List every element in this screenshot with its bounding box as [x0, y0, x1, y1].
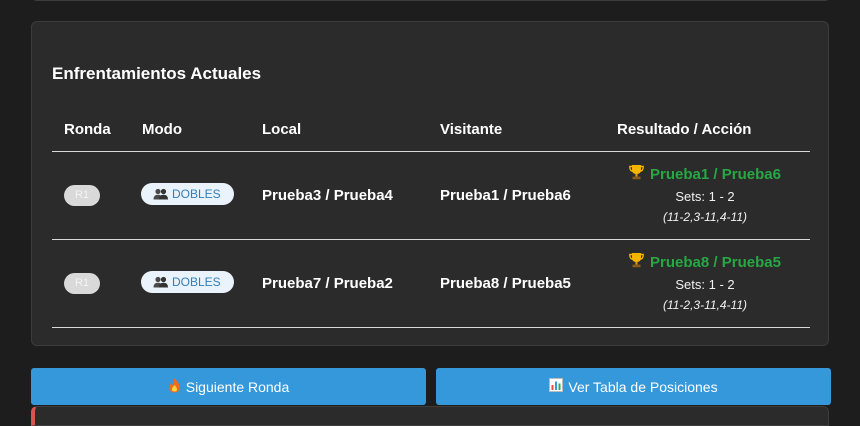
next-round-label: Siguiente Ronda	[185, 378, 290, 395]
table-row: R1 DOBLES Prueba7 / Prueba2 Prueba8 / Pr…	[52, 240, 810, 328]
round-badge: R1	[64, 185, 100, 206]
people-icon	[153, 276, 168, 288]
winner: Prueba8 / Prueba5	[600, 252, 810, 272]
matches-card: Enfrentamientos Actuales Ronda Modo Loca…	[31, 21, 829, 346]
section-title: Enfrentamientos Actuales	[52, 64, 262, 83]
sets-score: Sets: 1 - 2	[675, 277, 735, 292]
people-icon	[153, 188, 168, 200]
standings-label: Ver Tabla de Posiciones	[568, 378, 718, 395]
away-team: Prueba8 / Prueba5	[440, 275, 571, 292]
sets-score: Sets: 1 - 2	[675, 189, 735, 204]
set-details: (11-2,3-11,4-11)	[662, 298, 748, 312]
match-result: Prueba1 / Prueba6 Sets: 1 - 2 (11-2,3-11…	[600, 164, 810, 224]
table-row: R1 DOBLES Prueba3 / Prueba4 Prueba1 / Pr…	[52, 152, 810, 240]
table-header: Ronda Modo Local Visitante Resultado / A…	[52, 111, 810, 152]
matches-table: Ronda Modo Local Visitante Resultado / A…	[52, 111, 810, 328]
mode-label: DOBLES	[172, 275, 221, 289]
round-badge: R1	[64, 273, 100, 294]
set-details: (11-2,3-11,4-11)	[662, 210, 748, 224]
home-team: Prueba3 / Prueba4	[262, 187, 393, 204]
match-result: Prueba8 / Prueba5 Sets: 1 - 2 (11-2,3-11…	[600, 252, 810, 312]
column-header-result: Resultado / Acción	[617, 121, 752, 138]
standings-button[interactable]: Ver Tabla de Posiciones	[436, 368, 831, 405]
winner: Prueba1 / Prueba6	[600, 164, 810, 184]
column-header-away: Visitante	[440, 121, 503, 138]
trophy-icon	[629, 164, 644, 184]
fire-icon	[168, 378, 181, 396]
home-team: Prueba7 / Prueba2	[262, 275, 393, 292]
column-header-home: Local	[262, 121, 302, 138]
mode-badge: DOBLES	[141, 183, 234, 205]
winner-name: Prueba1 / Prueba6	[650, 165, 781, 183]
trophy-icon	[629, 252, 644, 272]
previous-card	[31, 0, 831, 1]
next-card	[31, 406, 829, 426]
column-header-mode: Modo	[142, 121, 182, 138]
next-round-button[interactable]: Siguiente Ronda	[31, 368, 426, 405]
away-team: Prueba1 / Prueba6	[440, 187, 571, 204]
mode-badge: DOBLES	[141, 271, 234, 293]
winner-name: Prueba8 / Prueba5	[650, 253, 781, 271]
column-header-round: Ronda	[64, 121, 111, 138]
mode-label: DOBLES	[172, 187, 221, 201]
bar-chart-icon	[549, 378, 564, 395]
